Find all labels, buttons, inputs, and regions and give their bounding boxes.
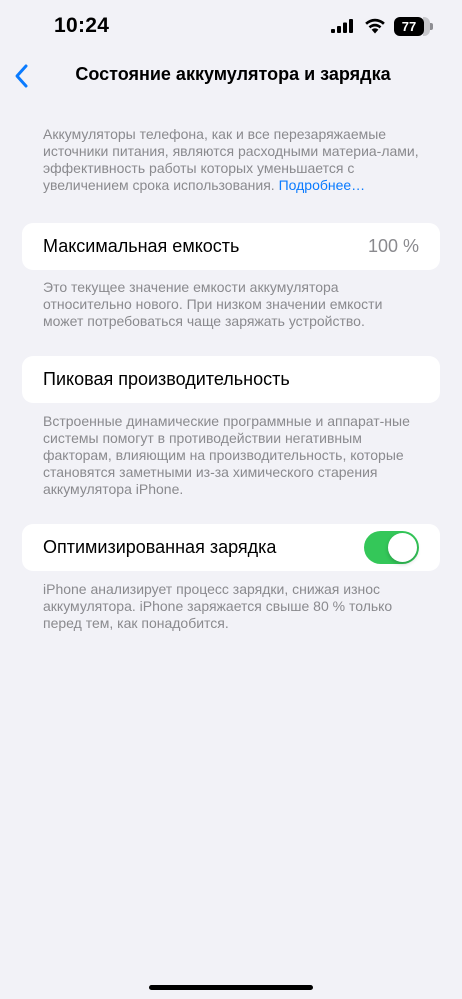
peak-performance-footer: Встроенные динамические программные и ап… xyxy=(43,413,410,497)
max-capacity-value: 100 % xyxy=(367,236,419,256)
peak-performance-label: Пиковая производительность xyxy=(43,369,290,389)
cellular-signal-icon xyxy=(331,19,353,33)
optimized-charging-label: Оптимизированная зарядка xyxy=(43,537,277,557)
max-capacity-row: Максимальная емкость 100 % xyxy=(22,223,440,270)
battery-icon: 77 xyxy=(394,17,433,36)
intro-description: Аккумуляторы телефона, как и все перезар… xyxy=(43,126,423,194)
battery-tip xyxy=(430,23,433,30)
toggle-knob xyxy=(388,533,417,562)
optimized-charging-toggle[interactable] xyxy=(364,531,419,564)
wifi-icon xyxy=(365,18,385,34)
learn-more-link[interactable]: Подробнее… xyxy=(279,177,366,193)
battery-level: 77 xyxy=(394,17,424,36)
optimized-charging-row: Оптимизированная зарядка xyxy=(22,524,440,571)
max-capacity-footer: Это текущее значение емкости аккумулятор… xyxy=(43,279,383,329)
optimized-charging-footer: iPhone анализирует процесс зарядки, сниж… xyxy=(43,581,393,631)
peak-performance-row[interactable]: Пиковая производительность xyxy=(22,356,440,403)
battery-empty-segment xyxy=(423,17,430,36)
status-time: 10:24 xyxy=(54,14,110,37)
navigation-bar: Состояние аккумулятора и зарядка xyxy=(0,54,462,98)
status-bar: 10:24 77 xyxy=(0,0,462,54)
home-indicator[interactable] xyxy=(149,985,313,990)
max-capacity-label: Максимальная емкость xyxy=(43,236,240,256)
page-title: Состояние аккумулятора и зарядка xyxy=(75,64,391,84)
